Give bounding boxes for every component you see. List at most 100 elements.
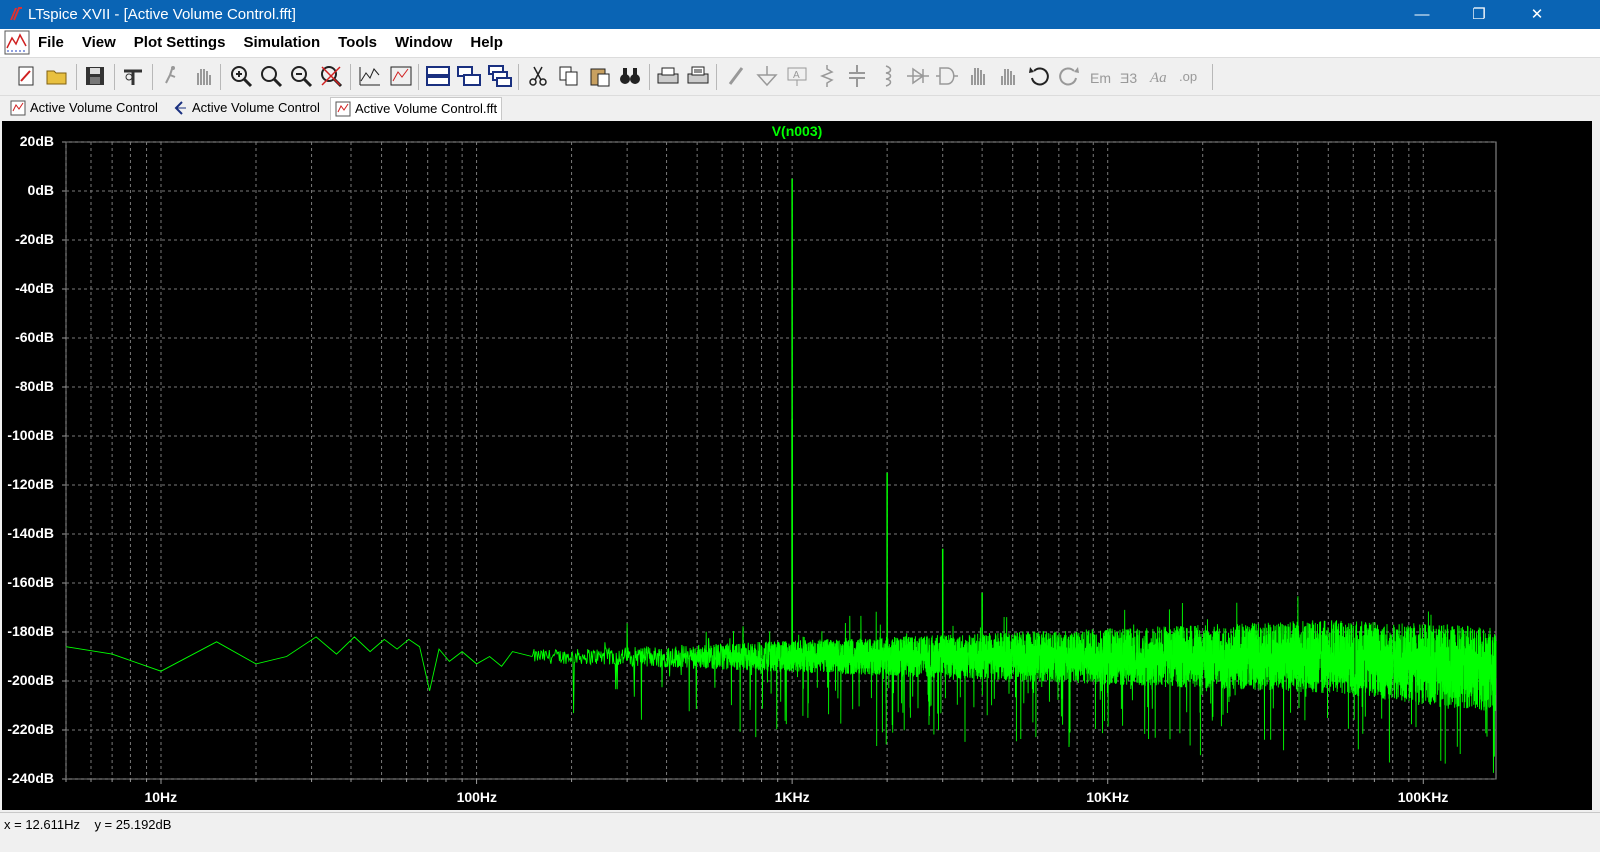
toolbar-separator <box>220 64 221 90</box>
zoom-out-icon[interactable] <box>288 63 314 89</box>
title-bar: LTspice XVII - [Active Volume Control.ff… <box>0 0 1600 29</box>
print-icon[interactable] <box>655 63 681 89</box>
toolbar-separator <box>350 64 351 90</box>
tab-label: Active Volume Control <box>30 100 158 115</box>
menu-window[interactable]: Window <box>395 34 452 51</box>
zoom-area-icon[interactable] <box>228 63 254 89</box>
tile-horizontal-icon[interactable] <box>425 63 451 89</box>
cascade-icon[interactable] <box>487 63 513 89</box>
status-bar: x = 12.611Hz y = 25.192dB <box>0 812 1600 852</box>
tab-fft[interactable]: Active Volume Control.fft <box>330 97 503 120</box>
toolbar-separator <box>418 64 419 90</box>
toolbar-separator <box>76 64 77 90</box>
run-icon <box>158 63 184 89</box>
close-button[interactable]: ✕ <box>1514 0 1560 29</box>
ground-icon <box>754 63 780 89</box>
window-title: LTspice XVII - [Active Volume Control.ff… <box>28 6 296 23</box>
resistor-icon <box>814 63 840 89</box>
y-tick-label: -240dB <box>7 770 54 786</box>
wire-icon <box>724 63 750 89</box>
y-tick-label: -40dB <box>15 280 54 296</box>
plot-area-icon[interactable] <box>388 63 414 89</box>
menu-plot-settings[interactable]: Plot Settings <box>134 34 226 51</box>
y-tick-label: -220dB <box>7 721 54 737</box>
toolbar-separator <box>649 64 650 90</box>
x-tick-label: 100KHz <box>1397 789 1449 805</box>
component-icon <box>934 63 960 89</box>
save-icon[interactable] <box>82 63 108 89</box>
svg-text:Em: Em <box>1090 70 1111 86</box>
minimize-button[interactable]: — <box>1399 0 1445 29</box>
y-tick-label: -180dB <box>7 623 54 639</box>
waveform-plot[interactable]: V(n003) 20dB 0dB -20dB -40dB -60dB -80dB -100d… <box>2 121 1592 810</box>
cut-icon[interactable] <box>525 63 551 89</box>
tab-netlist[interactable]: Active Volume Control <box>168 97 324 119</box>
autorange-icon[interactable] <box>357 63 383 89</box>
menu-view[interactable]: View <box>82 34 116 51</box>
toolbar: A Em Ǝ3 Aa .op <box>0 57 1600 96</box>
y-tick-label: -200dB <box>7 672 54 688</box>
text-icon: Aa <box>1148 63 1174 89</box>
y-tick-label: -20dB <box>15 231 54 247</box>
toolbar-separator <box>152 64 153 90</box>
control-panel-icon[interactable] <box>120 63 146 89</box>
menu-file[interactable]: File <box>38 34 64 51</box>
x-tick-label: 1KHz <box>774 789 810 805</box>
tab-schematic[interactable]: Active Volume Control <box>6 97 162 119</box>
y-tick-label: 20dB <box>19 133 54 149</box>
svg-text:Ǝ3: Ǝ3 <box>1120 70 1137 86</box>
undo-icon[interactable] <box>1026 63 1052 89</box>
toolbar-separator <box>1212 64 1213 90</box>
x-tick-label: 100Hz <box>456 789 498 805</box>
drag-icon <box>995 63 1021 89</box>
cursor-readout: x = 12.611Hz y = 25.192dB <box>4 817 172 832</box>
menu-tools[interactable]: Tools <box>338 34 377 51</box>
capacitor-icon <box>844 63 870 89</box>
redo-icon <box>1056 63 1082 89</box>
schematic-icon <box>10 100 26 116</box>
print-preview-icon[interactable] <box>685 63 711 89</box>
toolbar-separator <box>518 64 519 90</box>
find-icon[interactable] <box>617 63 643 89</box>
y-tick-label: -60dB <box>15 329 54 345</box>
menu-simulation[interactable]: Simulation <box>243 34 320 51</box>
document-tabs: Active Volume Control Active Volume Cont… <box>0 96 1600 121</box>
zoom-in-icon[interactable] <box>258 63 284 89</box>
y-tick-label: -100dB <box>7 427 54 443</box>
y-tick-label: 0dB <box>27 182 54 198</box>
toolbar-separator <box>716 64 717 90</box>
x-tick-label: 10KHz <box>1086 789 1129 805</box>
y-tick-label: -120dB <box>7 476 54 492</box>
label-icon: A <box>784 63 810 89</box>
waveform-icon <box>335 101 351 117</box>
toolbar-separator <box>114 64 115 90</box>
tab-label: Active Volume Control.fft <box>355 101 498 116</box>
svg-text:A: A <box>793 70 800 81</box>
new-schematic-icon[interactable] <box>13 63 39 89</box>
y-tick-label: -140dB <box>7 525 54 541</box>
tile-vertical-icon[interactable] <box>456 63 482 89</box>
diode-icon <box>905 63 931 89</box>
inductor-icon <box>874 63 900 89</box>
mirror-icon: Ǝ3 <box>1118 63 1144 89</box>
svg-text:.op: .op <box>1179 69 1197 84</box>
move-icon <box>964 63 990 89</box>
zoom-fit-icon[interactable] <box>318 63 344 89</box>
x-tick-label: 10Hz <box>144 789 178 805</box>
menu-bar: File View Plot Settings Simulation Tools… <box>0 29 1600 78</box>
trace-v-n003 <box>65 596 1497 773</box>
spice-directive-icon: .op <box>1178 63 1204 89</box>
document-waveform-icon[interactable] <box>4 30 30 55</box>
restore-button[interactable]: ❐ <box>1456 0 1502 29</box>
netlist-icon <box>174 101 186 115</box>
tab-label: Active Volume Control <box>192 100 320 115</box>
menu-help[interactable]: Help <box>470 34 503 51</box>
menu-items: File View Plot Settings Simulation Tools… <box>38 34 503 51</box>
y-tick-label: -80dB <box>15 378 54 394</box>
rotate-icon: Em <box>1088 63 1114 89</box>
plot-canvas[interactable] <box>2 121 1592 810</box>
copy-icon[interactable] <box>556 63 582 89</box>
ltspice-logo-icon <box>10 7 22 21</box>
open-icon[interactable] <box>44 63 70 89</box>
paste-icon[interactable] <box>587 63 613 89</box>
